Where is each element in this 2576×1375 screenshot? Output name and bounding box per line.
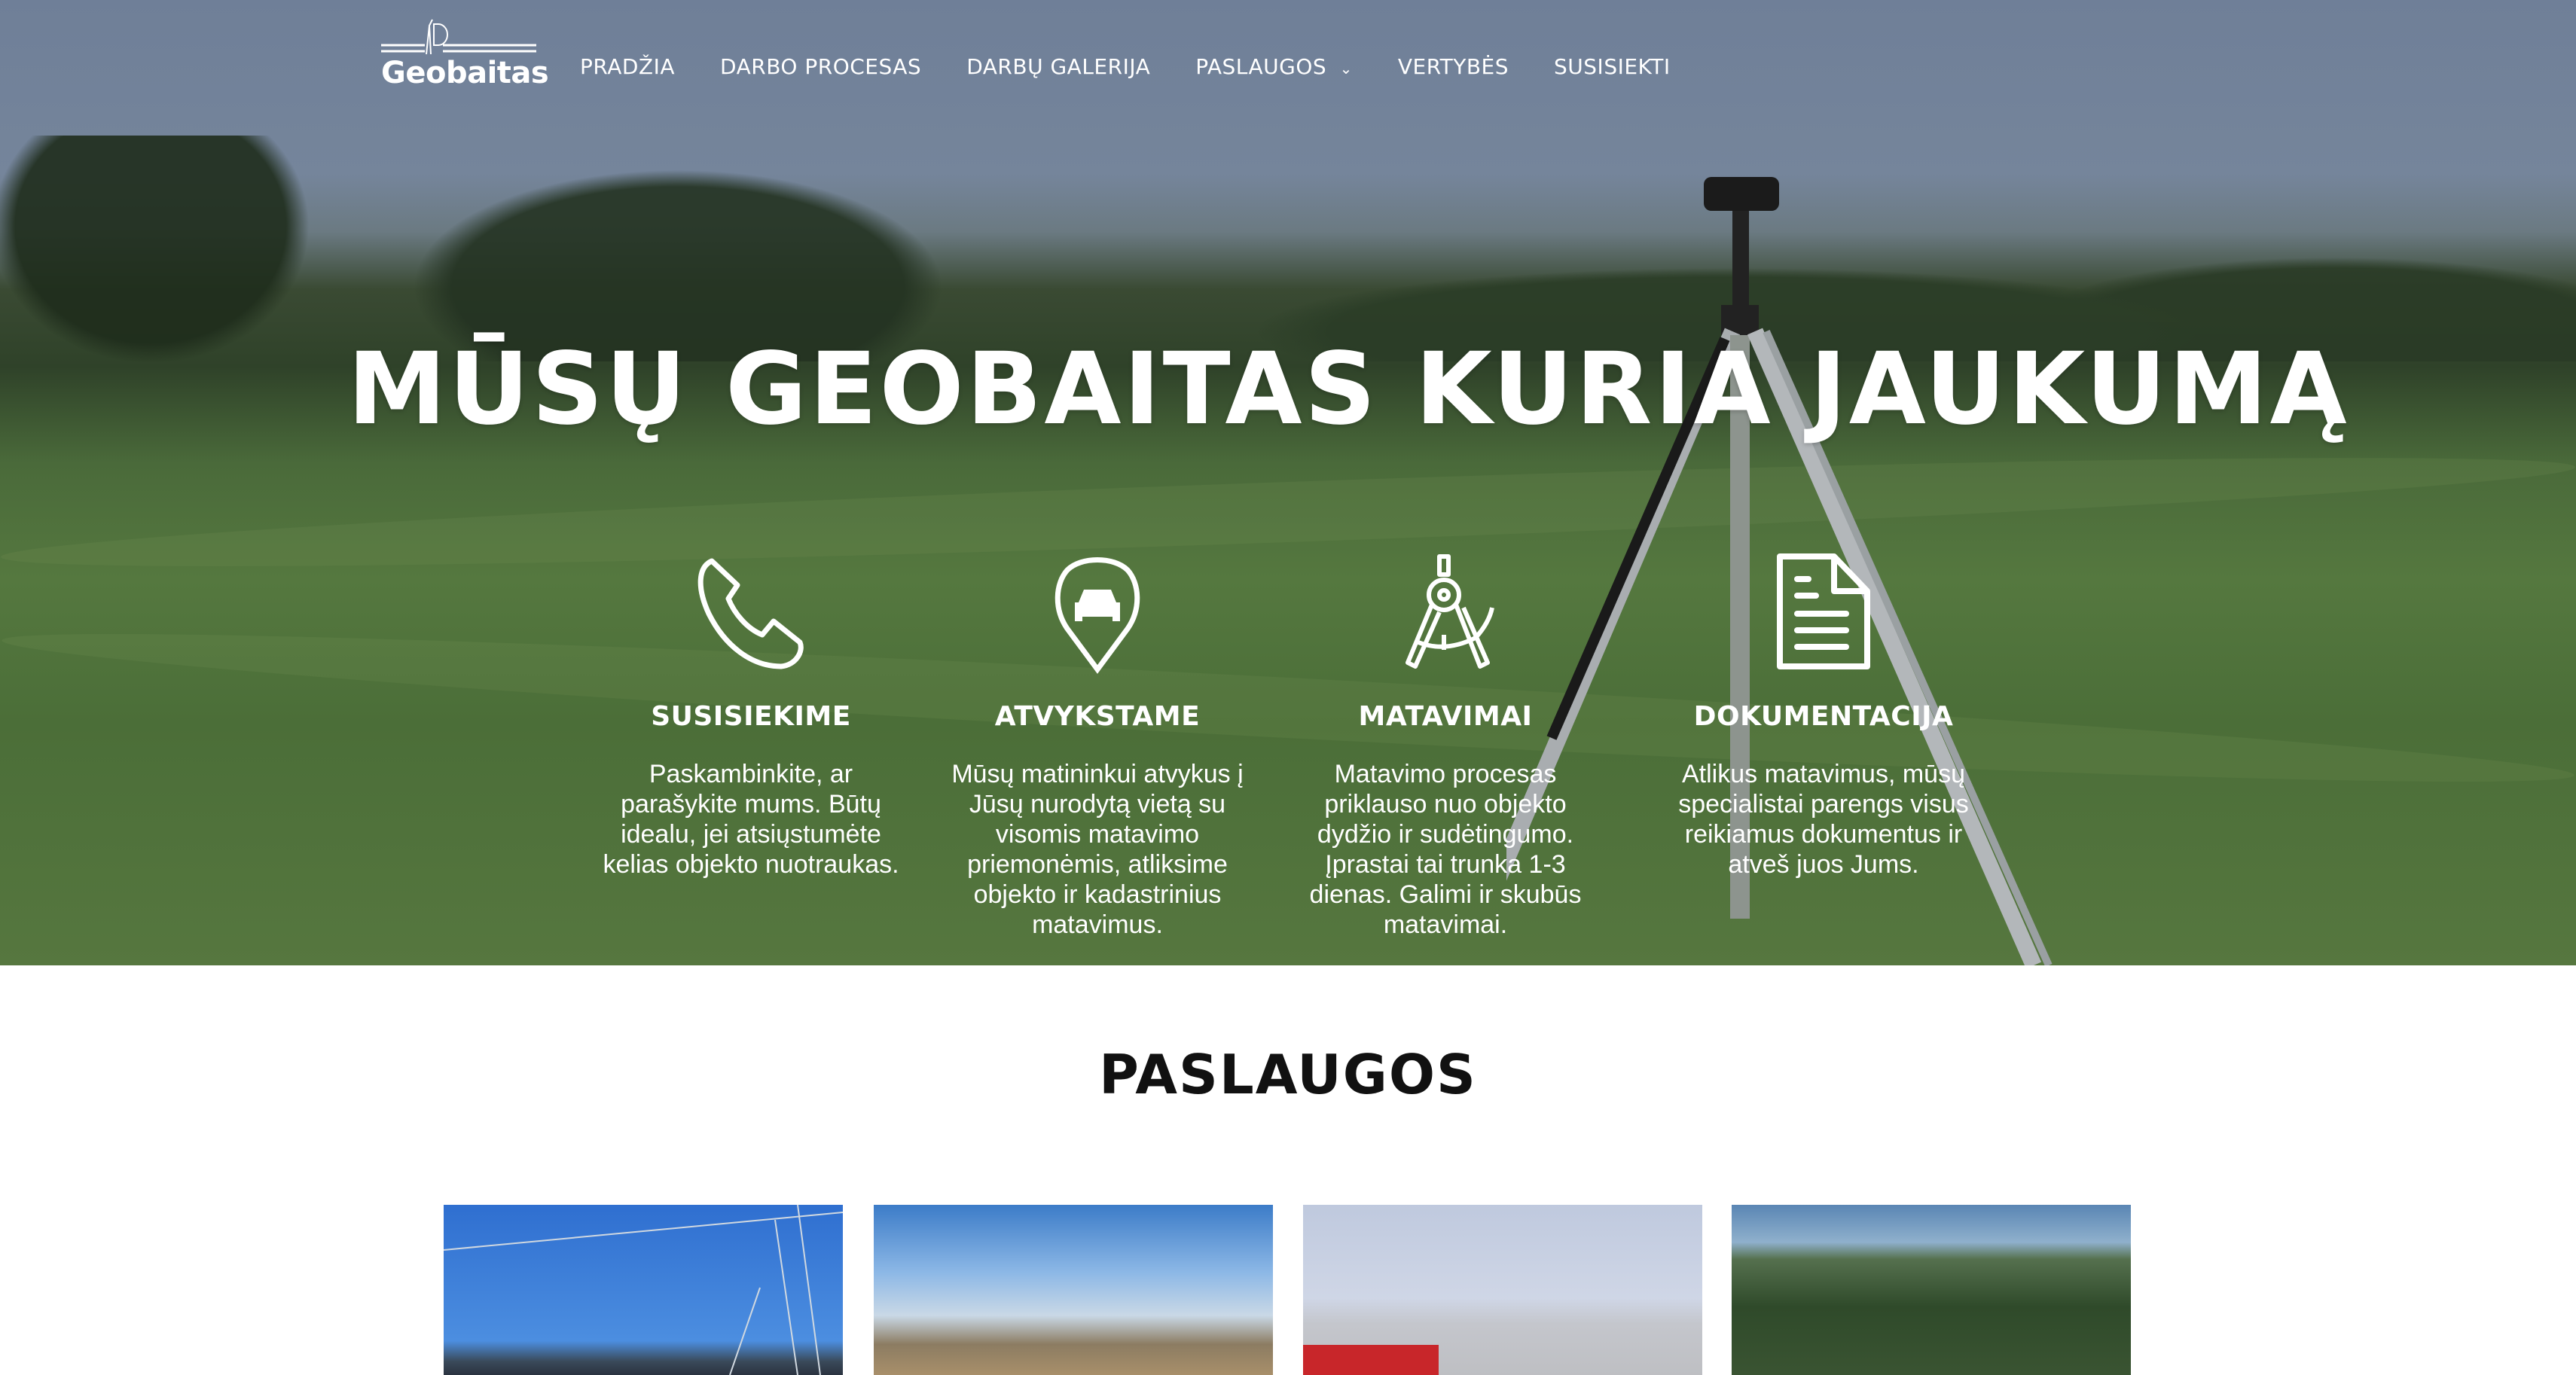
feature-text: Mūsų matininkui atvykus į Jūsų nurodytą …	[951, 760, 1244, 939]
nav-item-paslaugos-label: PASLAUGOS	[1195, 54, 1327, 79]
feature-title: SUSISIEKIME	[651, 701, 851, 732]
logo-text: Geobaitas	[381, 56, 549, 90]
document-icon	[1777, 553, 1870, 669]
top-navigation: Geobaitas PRADŽIA DARBO PROCESAS DARBŲ G…	[0, 0, 2576, 136]
phone-icon	[697, 558, 804, 669]
services-title: PASLAUGOS	[1099, 1043, 1477, 1106]
feature-title: DOKUMENTACIJA	[1693, 701, 1954, 732]
main-menu: PRADŽIA DARBO PROCESAS DARBŲ GALERIJA PA…	[580, 54, 1671, 79]
feature-title: MATAVIMAI	[1358, 701, 1533, 732]
service-card-image[interactable]	[1732, 1205, 2131, 1375]
nav-item-susisiekti[interactable]: SUSISIEKTI	[1554, 54, 1671, 79]
map-pin-car-icon	[1055, 557, 1140, 674]
feature-text: Matavimo procesas priklauso nuo objekto …	[1309, 760, 1582, 939]
logo[interactable]: Geobaitas	[381, 18, 549, 90]
feature-atvykstame: ATVYKSTAME Mūsų matininkui atvykus į Jūs…	[939, 553, 1256, 940]
service-card-image[interactable]	[1303, 1205, 1702, 1375]
feature-text: Paskambinkite, ar parašykite mums. Būtų …	[603, 760, 899, 879]
feature-matavimai: MATAVIMAI Matavimo procesas priklauso nu…	[1287, 553, 1604, 940]
feature-text: Atlikus matavimus, mūsų specialistai par…	[1678, 760, 1969, 879]
feature-susisiekime: SUSISIEKIME Paskambinkite, ar parašykite…	[593, 553, 909, 880]
feature-title: ATVYKSTAME	[994, 701, 1201, 732]
logo-mark-icon	[381, 19, 536, 55]
service-card-image[interactable]	[444, 1205, 843, 1375]
nav-item-darbo-procesas[interactable]: DARBO PROCESAS	[720, 54, 921, 79]
nav-item-vertybes[interactable]: VERTYBĖS	[1398, 54, 1509, 79]
hero-title: MŪSŲ GEOBAITAS KURIA JAUKUMĄ	[347, 331, 2349, 447]
building-red-stripe	[1303, 1345, 1439, 1375]
feature-dokumentacija: DOKUMENTACIJA Atlikus matavimus, mūsų sp…	[1665, 553, 1982, 880]
nav-item-paslaugos[interactable]: PASLAUGOS ⌄	[1195, 54, 1353, 79]
service-card-image[interactable]	[874, 1205, 1273, 1375]
nav-item-darbu-galerija[interactable]: DARBŲ GALERIJA	[966, 54, 1150, 79]
compass-icon	[1406, 554, 1494, 669]
chevron-down-icon: ⌄	[1339, 59, 1353, 78]
background-trees	[0, 136, 2576, 361]
power-lines-image	[444, 1205, 843, 1375]
nav-item-pradzia[interactable]: PRADŽIA	[580, 54, 675, 79]
